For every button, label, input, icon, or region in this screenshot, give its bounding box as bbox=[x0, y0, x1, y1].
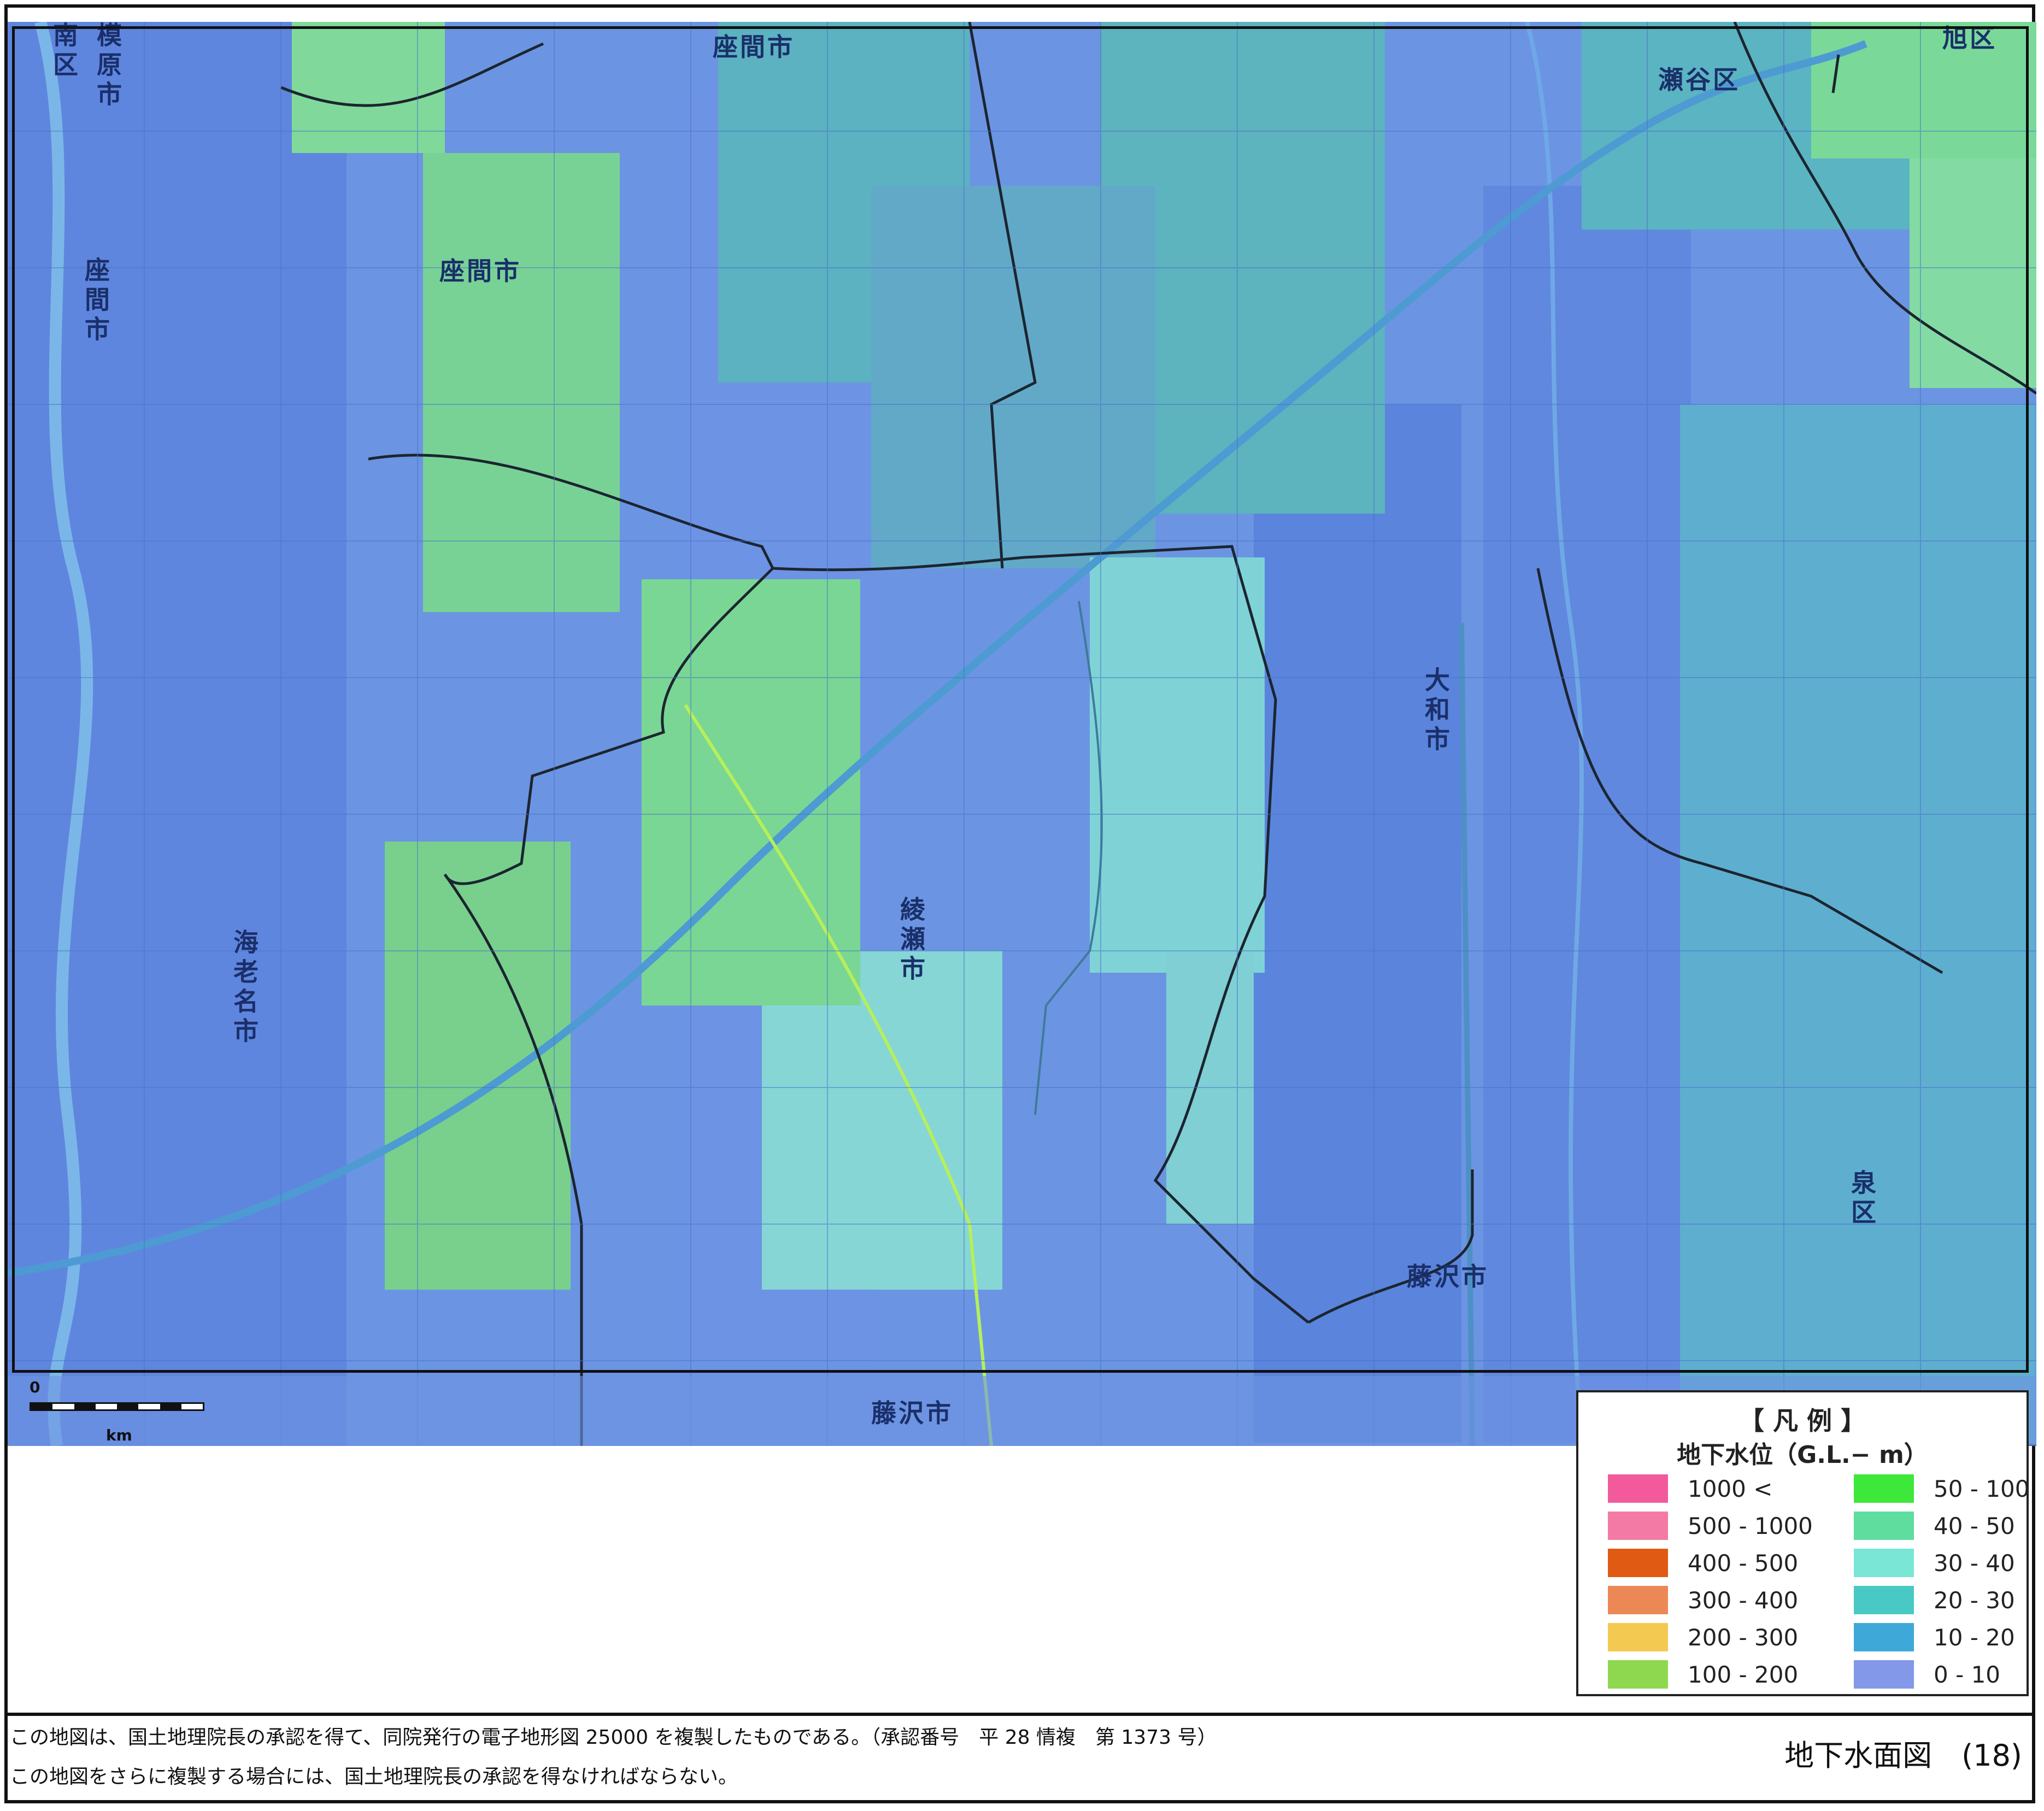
place-zama-left: 座間市 bbox=[81, 257, 110, 345]
legend: 【 凡 例 】 地下水位（G.L.− m） 1000 < 500 - 1000 … bbox=[1576, 1390, 2029, 1696]
groundwater-map[interactable]: 南区 模原市 座間市 座間市 座間市 瀬谷区 海老名市 綾瀬市 大和市 藤沢市 … bbox=[8, 22, 2036, 1446]
copyright-note-line1: この地図は、国土地理院長の承認を得て、同院発行の電子地形図 25000 を複製し… bbox=[10, 1726, 1217, 1749]
place-zama-mid: 座間市 bbox=[439, 256, 521, 286]
place-ebina: 海老名市 bbox=[230, 929, 259, 1047]
map-canvas bbox=[8, 22, 2036, 1446]
legend-swatch bbox=[1854, 1586, 1914, 1614]
legend-label: 0 - 10 bbox=[1934, 1661, 2001, 1688]
legend-swatch bbox=[1854, 1512, 1914, 1540]
scale-bar: 0 km bbox=[30, 1378, 210, 1444]
legend-swatch bbox=[1854, 1660, 1914, 1689]
legend-swatch bbox=[1608, 1623, 1668, 1651]
scale-zero-label: 0 bbox=[30, 1378, 40, 1396]
scale-bar-graphic bbox=[30, 1402, 204, 1411]
place-zama-top: 座間市 bbox=[713, 32, 795, 62]
legend-label: 400 - 500 bbox=[1688, 1550, 1799, 1577]
legend-label: 300 - 400 bbox=[1688, 1587, 1799, 1614]
legend-title: 【 凡 例 】 bbox=[1738, 1406, 1866, 1436]
legend-label: 20 - 30 bbox=[1934, 1587, 2015, 1614]
legend-subtitle: 地下水位（G.L.− m） bbox=[1677, 1441, 1928, 1469]
footer-divider bbox=[4, 1713, 2035, 1716]
legend-label: 40 - 50 bbox=[1934, 1513, 2015, 1539]
place-minami-ku: 南区 bbox=[49, 22, 79, 81]
place-ayase: 綾瀬市 bbox=[896, 896, 926, 985]
copyright-note-line2: この地図をさらに複製する場合には、国土地理院長の承認を得なければならない。 bbox=[10, 1766, 738, 1788]
place-fujisawa-bottom: 藤沢市 bbox=[871, 1398, 953, 1428]
place-izumi-ku: 泉区 bbox=[1847, 1169, 1877, 1228]
legend-swatch bbox=[1608, 1474, 1668, 1503]
legend-swatch bbox=[1854, 1474, 1914, 1503]
legend-swatch bbox=[1608, 1512, 1668, 1540]
legend-swatch bbox=[1608, 1586, 1668, 1614]
legend-label: 100 - 200 bbox=[1688, 1661, 1799, 1688]
place-sagamihara: 模原市 bbox=[93, 22, 122, 110]
legend-label: 30 - 40 bbox=[1934, 1550, 2015, 1577]
legend-label: 200 - 300 bbox=[1688, 1624, 1799, 1651]
legend-label: 10 - 20 bbox=[1934, 1624, 2015, 1651]
legend-label: 1000 < bbox=[1688, 1475, 1773, 1502]
legend-swatch bbox=[1854, 1549, 1914, 1577]
sheet-caption: 地下水面図 (18) bbox=[1784, 1738, 2022, 1773]
legend-label: 500 - 1000 bbox=[1688, 1513, 1813, 1539]
legend-swatch bbox=[1608, 1660, 1668, 1689]
legend-swatch bbox=[1854, 1623, 1914, 1651]
scale-unit-label: km bbox=[106, 1426, 132, 1444]
legend-swatch bbox=[1608, 1549, 1668, 1577]
place-fujisawa-mid: 藤沢市 bbox=[1407, 1262, 1489, 1291]
place-yamato: 大和市 bbox=[1421, 667, 1450, 755]
legend-label: 50 - 100 bbox=[1934, 1475, 2030, 1502]
place-seya-ku: 瀬谷区 bbox=[1658, 65, 1740, 95]
place-asahi-ku: 旭区 bbox=[1942, 23, 1997, 53]
